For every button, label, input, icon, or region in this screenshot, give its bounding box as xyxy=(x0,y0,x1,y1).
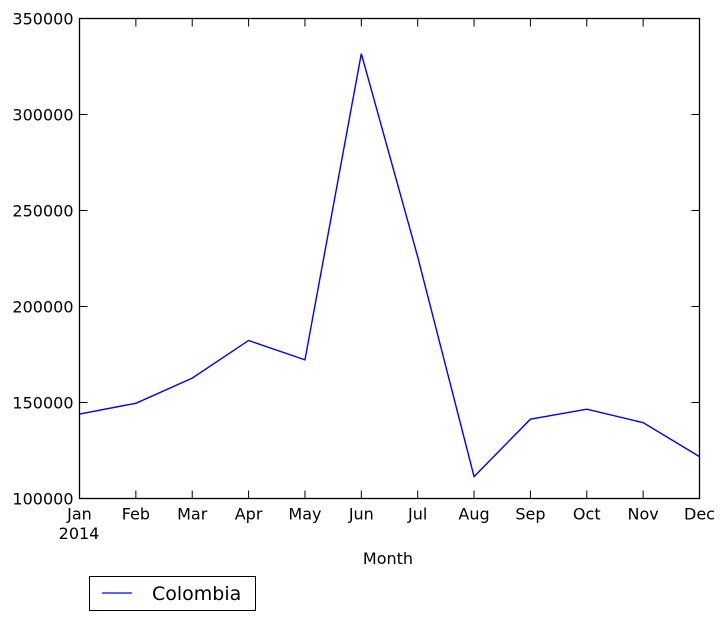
x-tick-label: Oct xyxy=(573,505,601,524)
y-tick-label: 300000 xyxy=(12,106,73,125)
y-tick-label: 150000 xyxy=(12,394,73,413)
x-axis-year-label: 2014 xyxy=(59,524,100,543)
y-tick-label: 250000 xyxy=(12,202,73,221)
plot-area xyxy=(79,18,700,499)
x-tick-label: Dec xyxy=(684,505,715,524)
x-tick-label: Sep xyxy=(515,505,545,524)
x-axis-label: Month xyxy=(363,549,413,568)
x-tick-label: Jul xyxy=(407,505,427,524)
x-tick-label: Aug xyxy=(458,505,489,524)
line-chart: 100000 150000 200000 250000 300000 350000 Jan… xyxy=(12,10,715,611)
x-tick-label: Mar xyxy=(177,505,208,524)
x-tick-label: Nov xyxy=(628,505,659,524)
y-tick-label: 350000 xyxy=(12,10,73,29)
y-tick-label: 100000 xyxy=(12,490,73,509)
legend-label-colombia: Colombia xyxy=(152,583,241,605)
x-tick-label: Apr xyxy=(235,505,263,524)
x-tick-label: Jan xyxy=(66,505,92,524)
legend: Colombia xyxy=(89,576,256,611)
x-tick-label: Feb xyxy=(122,505,150,524)
x-tick-label: May xyxy=(288,505,321,524)
y-tick-label: 200000 xyxy=(12,298,73,317)
x-tick-label: Jun xyxy=(348,505,374,524)
